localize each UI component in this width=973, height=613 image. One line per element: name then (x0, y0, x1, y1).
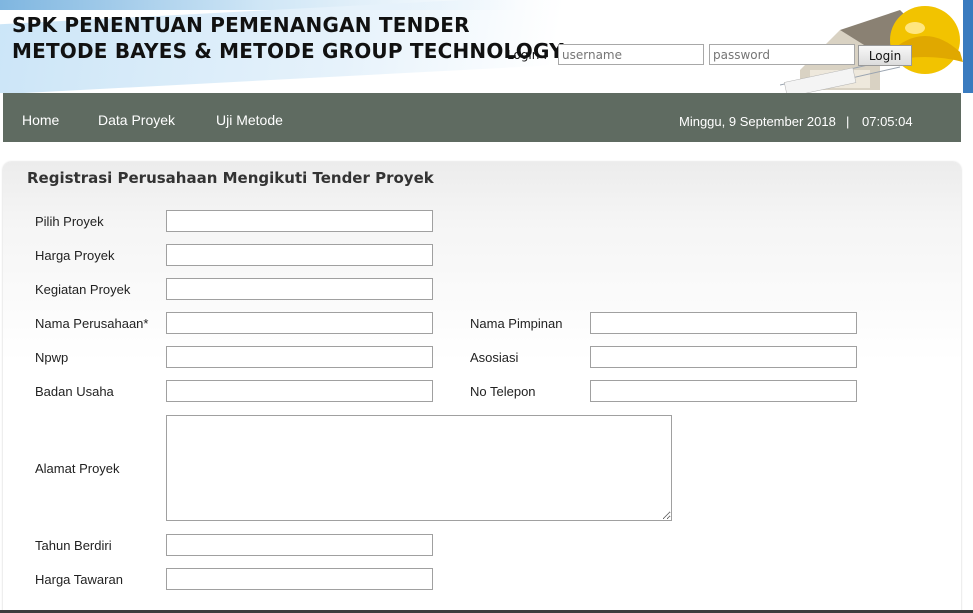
nav-item-data-proyek[interactable]: Data Proyek (98, 112, 175, 128)
label-no-telepon: No Telepon (470, 384, 536, 399)
harga-tawaran-field[interactable] (166, 568, 433, 590)
label-alamat-proyek: Alamat Proyek (35, 461, 120, 476)
harga-proyek-field[interactable] (166, 244, 433, 266)
login-button[interactable]: Login (858, 45, 912, 66)
registration-panel: Registrasi Perusahaan Mengikuti Tender P… (3, 162, 961, 613)
pilih-proyek-field[interactable] (166, 210, 433, 232)
label-kegiatan-proyek: Kegiatan Proyek (35, 282, 131, 297)
label-badan-usaha: Badan Usaha (35, 384, 114, 399)
header-right-edge (963, 0, 973, 93)
nav-item-home[interactable]: Home (22, 112, 59, 128)
form-title: Registrasi Perusahaan Mengikuti Tender P… (27, 169, 434, 187)
alamat-proyek-textarea[interactable] (166, 415, 672, 521)
label-harga-proyek: Harga Proyek (35, 248, 115, 263)
asosiasi-field[interactable] (590, 346, 857, 368)
badan-usaha-field[interactable] (166, 380, 433, 402)
login-label: Login : (507, 48, 548, 62)
app-title-line2: METODE BAYES & METODE GROUP TECHNOLOGY (12, 39, 564, 63)
date-time-separator: | (846, 114, 850, 129)
label-harga-tawaran: Harga Tawaran (35, 572, 123, 587)
no-telepon-field[interactable] (590, 380, 857, 402)
header: SPK PENENTUAN PEMENANGAN TENDER METODE B… (0, 0, 973, 93)
label-tahun-berdiri: Tahun Berdiri (35, 538, 112, 553)
password-input[interactable] (709, 44, 855, 65)
label-nama-perusahaan: Nama Perusahaan* (35, 316, 149, 331)
current-time: 07:05:04 (862, 114, 913, 129)
username-input[interactable] (558, 44, 704, 65)
npwp-field[interactable] (166, 346, 433, 368)
label-npwp: Npwp (35, 350, 69, 365)
label-nama-pimpinan: Nama Pimpinan (470, 316, 563, 331)
label-asosiasi: Asosiasi (470, 350, 519, 365)
nav-item-uji-metode[interactable]: Uji Metode (216, 112, 283, 128)
tahun-berdiri-field[interactable] (166, 534, 433, 556)
label-pilih-proyek: Pilih Proyek (35, 214, 104, 229)
nama-pimpinan-field[interactable] (590, 312, 857, 334)
app-title-line1: SPK PENENTUAN PEMENANGAN TENDER (12, 13, 470, 37)
nama-perusahaan-field[interactable] (166, 312, 433, 334)
main-nav: Home Data Proyek Uji Metode Minggu, 9 Se… (3, 93, 961, 142)
current-date: Minggu, 9 September 2018 (679, 114, 836, 129)
kegiatan-proyek-field[interactable] (166, 278, 433, 300)
